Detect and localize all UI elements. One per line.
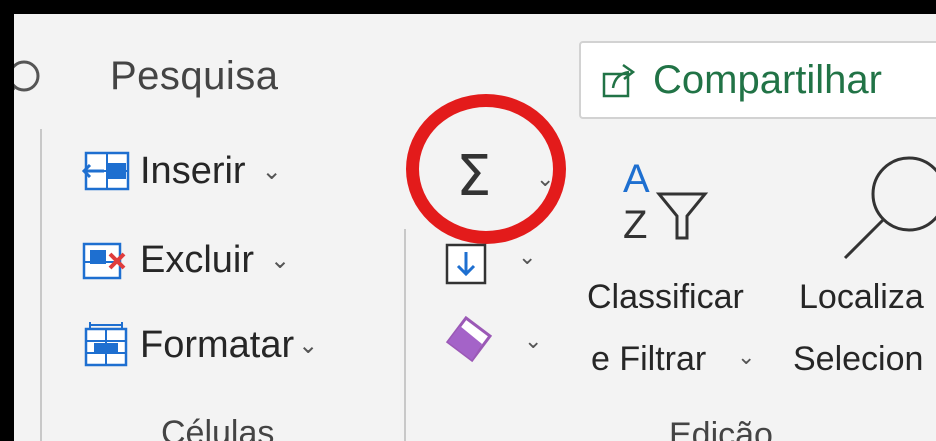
sort-filter-label-line2: e Filtrar <box>591 340 707 378</box>
insert-cells-icon <box>81 151 130 191</box>
chevron-down-icon[interactable]: ⌄ <box>518 244 536 270</box>
find-select-label-line1: Localiza <box>799 278 924 316</box>
delete-cells-icon <box>82 242 126 280</box>
search-box[interactable]: Pesquisa <box>110 54 279 99</box>
find-select-label-line2: Selecion <box>793 340 924 378</box>
sort-filter-button[interactable]: A Z Classificar e Filtrar ⌄ <box>579 154 789 394</box>
fill-button[interactable]: ⌄ <box>444 242 554 292</box>
share-icon <box>602 63 636 98</box>
clear-button[interactable]: ⌄ <box>444 314 554 374</box>
share-label: Compartilhar <box>653 57 882 102</box>
insert-cells-button[interactable]: Inserir ⌄ <box>80 145 282 197</box>
chevron-down-icon[interactable]: ⌄ <box>298 331 318 360</box>
eraser-icon <box>445 315 493 363</box>
delete-cells-label: Excluir <box>140 238 255 281</box>
svg-text:Z: Z <box>623 203 647 247</box>
chevron-down-icon[interactable]: ⌄ <box>737 344 755 370</box>
delete-cells-button[interactable]: Excluir ⌄ <box>80 234 290 286</box>
format-cells-icon <box>84 322 128 367</box>
search-icon[interactable] <box>14 54 54 108</box>
screenshot-frame: Pesquisa Compartilhar Inserir ⌄ Excluir … <box>0 0 936 441</box>
chevron-down-icon[interactable]: ⌄ <box>262 157 282 186</box>
sort-filter-label-line1: Classificar <box>587 278 744 316</box>
group-divider-left <box>40 129 42 441</box>
find-select-button[interactable]: Localiza Selecion <box>793 154 936 394</box>
ribbon-area: Pesquisa Compartilhar Inserir ⌄ Excluir … <box>14 14 936 441</box>
fill-down-icon <box>445 243 487 285</box>
sort-filter-icon: A Z <box>623 157 709 247</box>
cells-group-label: Células <box>161 414 275 441</box>
find-magnifier-icon <box>843 156 936 260</box>
editing-group-label: Edição <box>669 416 773 441</box>
svg-text:A: A <box>623 157 650 201</box>
insert-cells-label: Inserir <box>140 149 246 192</box>
share-button[interactable]: Compartilhar <box>579 41 936 119</box>
group-divider-cells-editing <box>404 229 406 441</box>
format-cells-label: Formatar <box>140 323 295 366</box>
format-cells-button[interactable]: Formatar ⌄ <box>80 319 318 371</box>
highlight-circle <box>406 94 566 244</box>
chevron-down-icon[interactable]: ⌄ <box>524 328 542 354</box>
chevron-down-icon[interactable]: ⌄ <box>270 246 290 275</box>
